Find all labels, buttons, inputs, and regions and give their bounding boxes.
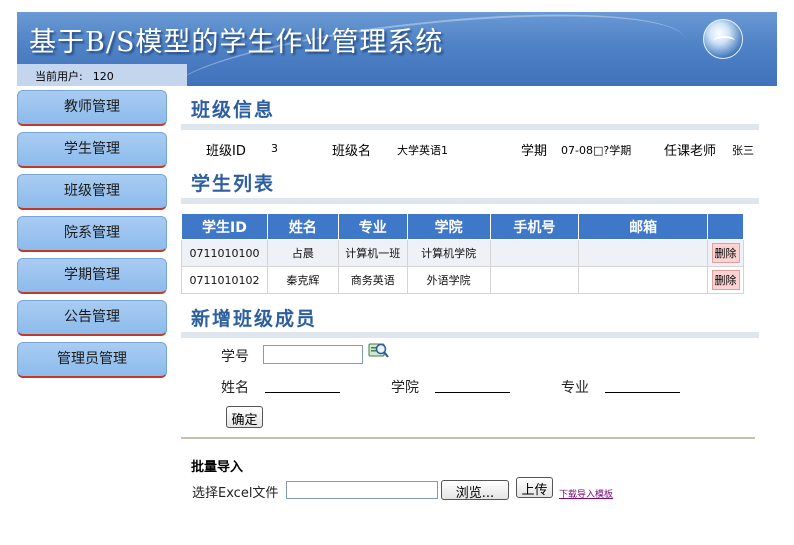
cell-phone [489,266,580,294]
column-header: 学院 [406,213,491,240]
cell-email [578,266,709,294]
column-header: 邮箱 [578,213,709,240]
class-name-label: 班级名 [332,144,372,159]
sidebar-item-admin-mgmt[interactable]: 管理员管理 [17,342,167,378]
current-user-bar: 当前用户: 120 [17,64,187,86]
confirm-button[interactable]: 确定 [226,406,263,428]
sidebar-item-term-mgmt[interactable]: 学期管理 [17,258,167,294]
column-header: 专业 [337,213,408,240]
sidebar-item-label: 教师管理 [64,99,120,115]
globe-logo-icon [703,19,743,59]
student-no-label: 学号 [221,349,249,365]
student-no-input[interactable] [263,345,363,364]
column-header: 学生ID [181,213,268,240]
cell-student-id: 0711010102 [181,266,268,294]
section-divider [181,124,759,130]
browse-button[interactable]: 浏览... [441,480,509,501]
class-info-heading: 班级信息 [191,99,276,121]
upload-button[interactable]: 上传 [516,477,553,498]
class-id-value: 3 [271,142,278,155]
sidebar-item-dept-mgmt[interactable]: 院系管理 [17,216,167,252]
add-member-heading: 新增班级成员 [191,308,318,330]
section-divider [181,198,759,204]
name-label: 姓名 [221,380,249,396]
app-title: 基于B/S模型的学生作业管理系统 [29,27,444,58]
sidebar-item-notice-mgmt[interactable]: 公告管理 [17,300,167,336]
class-id-label: 班级ID [206,144,246,159]
sidebar-item-label: 管理员管理 [57,351,127,367]
sidebar-item-label: 班级管理 [64,183,120,199]
table-header-row: 学生ID 姓名 专业 学院 手机号 邮箱 [181,213,744,240]
sidebar-item-label: 学期管理 [64,267,120,283]
term-value: 07-08□?学期 [561,144,632,157]
file-path-input[interactable] [286,481,438,499]
table-row: 0711010100 占晨 计算机一班 计算机学院 删除 [181,239,744,267]
student-list-heading: 学生列表 [191,173,276,195]
section-divider [181,332,759,338]
cell-major: 商务英语 [337,266,408,294]
cell-email [578,239,709,267]
sidebar-item-label: 学生管理 [64,141,120,157]
current-user-label: 当前用户: [35,70,83,83]
header-banner: 基于B/S模型的学生作业管理系统 当前用户: 120 [17,12,777,86]
table-row: 0711010102 秦克辉 商务英语 外语学院 删除 [181,266,744,294]
major-value-line [605,392,680,393]
major-label: 专业 [561,380,589,396]
cell-name: 秦克辉 [266,266,339,294]
delete-button[interactable]: 删除 [711,243,740,263]
cell-major: 计算机一班 [337,239,408,267]
column-header: 手机号 [489,213,580,240]
student-table: 学生ID 姓名 专业 学院 手机号 邮箱 0711010100 占晨 计算机一班… [181,213,744,294]
teacher-value: 张三 [732,144,754,157]
college-label: 学院 [391,380,419,396]
cell-college: 计算机学院 [406,239,491,267]
column-header: 姓名 [266,213,339,240]
search-icon[interactable] [368,341,390,359]
cell-phone [489,239,580,267]
batch-import-heading: 批量导入 [191,460,244,475]
cell-student-id: 0711010100 [181,239,268,267]
delete-button[interactable]: 删除 [711,270,740,290]
college-value-line [435,392,510,393]
column-header [707,213,744,240]
name-value-line [265,392,340,393]
cell-action: 删除 [707,266,744,294]
class-name-value: 大学英语1 [397,144,448,157]
section-divider [181,437,755,439]
sidebar-item-student-mgmt[interactable]: 学生管理 [17,132,167,168]
sidebar-item-class-mgmt[interactable]: 班级管理 [17,174,167,210]
sidebar-item-label: 院系管理 [64,225,120,241]
cell-name: 占晨 [266,239,339,267]
sidebar-item-label: 公告管理 [64,309,120,325]
sidebar-item-teacher-mgmt[interactable]: 教师管理 [17,90,167,126]
download-template-link[interactable]: 下载导入模板 [559,487,613,500]
cell-college: 外语学院 [406,266,491,294]
teacher-label: 任课老师 [664,144,717,159]
file-label: 选择Excel文件 [192,486,279,501]
cell-action: 删除 [707,239,744,267]
current-user-value: 120 [92,70,114,83]
term-label: 学期 [521,144,548,159]
